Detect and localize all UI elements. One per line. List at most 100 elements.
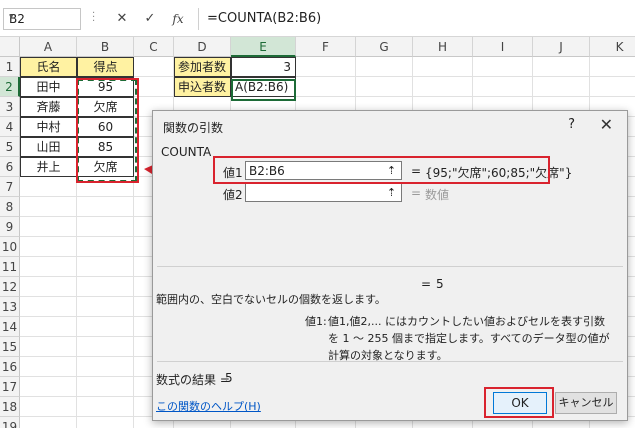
cell-h1[interactable] <box>413 57 473 77</box>
cell-j2[interactable] <box>533 77 590 97</box>
cell-b16[interactable] <box>77 357 134 377</box>
arg2-input[interactable]: ⇡ <box>245 183 402 202</box>
row-header-18[interactable]: 18 <box>0 397 20 417</box>
cell-a6[interactable]: 井上 <box>20 157 77 177</box>
cell-e2[interactable]: A(B2:B6) <box>231 77 296 97</box>
cell-a17[interactable] <box>20 377 77 397</box>
cell-a10[interactable] <box>20 237 77 257</box>
row-header-11[interactable]: 11 <box>0 257 20 277</box>
cell-i2[interactable] <box>473 77 533 97</box>
row-header-16[interactable]: 16 <box>0 357 20 377</box>
cell-b4[interactable]: 60 <box>77 117 134 137</box>
cell-a1[interactable]: 氏名 <box>20 57 77 77</box>
cell-b17[interactable] <box>77 377 134 397</box>
row-header-17[interactable]: 17 <box>0 377 20 397</box>
column-header-f[interactable]: F <box>296 37 356 57</box>
row-header-3[interactable]: 3 <box>0 97 20 117</box>
row-header-14[interactable]: 14 <box>0 317 20 337</box>
column-header-d[interactable]: D <box>174 37 231 57</box>
cell-k1[interactable] <box>590 57 635 77</box>
cell-a12[interactable] <box>20 277 77 297</box>
cell-c2[interactable] <box>134 77 174 97</box>
arg1-input[interactable]: B2:B6 ⇡ <box>245 161 402 180</box>
cell-b8[interactable] <box>77 197 134 217</box>
column-header-j[interactable]: J <box>533 37 590 57</box>
row-header-7[interactable]: 7 <box>0 177 20 197</box>
cancel-formula-icon[interactable]: ✕ <box>112 9 132 29</box>
column-header-k[interactable]: K <box>590 37 635 57</box>
function-help-link[interactable]: この関数のヘルプ(H) <box>156 398 261 414</box>
cell-b15[interactable] <box>77 337 134 357</box>
cell-b2[interactable]: 95 <box>77 77 134 97</box>
cell-a9[interactable] <box>20 217 77 237</box>
cancel-button[interactable]: キャンセル <box>555 392 617 414</box>
row-header-12[interactable]: 12 <box>0 277 20 297</box>
cell-a2[interactable]: 田中 <box>20 77 77 97</box>
row-header-8[interactable]: 8 <box>0 197 20 217</box>
enter-formula-icon[interactable]: ✓ <box>140 9 160 29</box>
cell-h2[interactable] <box>413 77 473 97</box>
cell-i1[interactable] <box>473 57 533 77</box>
cell-a7[interactable] <box>20 177 77 197</box>
row-header-5[interactable]: 5 <box>0 137 20 157</box>
row-header-15[interactable]: 15 <box>0 337 20 357</box>
cell-c1[interactable] <box>134 57 174 77</box>
cell-b6[interactable]: 欠席 <box>77 157 134 177</box>
cell-b1[interactable]: 得点 <box>77 57 134 77</box>
cell-b9[interactable] <box>77 217 134 237</box>
cell-b3[interactable]: 欠席 <box>77 97 134 117</box>
cell-d2[interactable]: 申込者数 <box>174 77 231 97</box>
cell-a19[interactable] <box>20 417 77 428</box>
collapse-dialog-icon[interactable]: ⇡ <box>384 163 399 178</box>
cell-b11[interactable] <box>77 257 134 277</box>
cell-a15[interactable] <box>20 337 77 357</box>
cell-b5[interactable]: 85 <box>77 137 134 157</box>
column-header-e[interactable]: E <box>231 37 296 57</box>
formula-input[interactable]: =COUNTA(B2:B6) <box>198 8 635 30</box>
ok-button[interactable]: OK <box>493 392 547 414</box>
cell-f2[interactable] <box>296 77 356 97</box>
cell-e1[interactable]: 3 <box>231 57 296 77</box>
cell-a18[interactable] <box>20 397 77 417</box>
cell-b12[interactable] <box>77 277 134 297</box>
column-header-b[interactable]: B <box>77 37 134 57</box>
column-header-a[interactable]: A <box>20 37 77 57</box>
row-header-4[interactable]: 4 <box>0 117 20 137</box>
cell-a3[interactable]: 斉藤 <box>20 97 77 117</box>
row-header-13[interactable]: 13 <box>0 297 20 317</box>
collapse-dialog-icon[interactable]: ⇡ <box>384 185 399 200</box>
cell-b14[interactable] <box>77 317 134 337</box>
row-header-10[interactable]: 10 <box>0 237 20 257</box>
cell-a11[interactable] <box>20 257 77 277</box>
cell-b13[interactable] <box>77 297 134 317</box>
cell-a5[interactable]: 山田 <box>20 137 77 157</box>
cell-a13[interactable] <box>20 297 77 317</box>
cell-a14[interactable] <box>20 317 77 337</box>
cell-b7[interactable] <box>77 177 134 197</box>
row-header-2[interactable]: 2 <box>0 77 20 97</box>
cell-a4[interactable]: 中村 <box>20 117 77 137</box>
cell-a16[interactable] <box>20 357 77 377</box>
cell-k2[interactable] <box>590 77 635 97</box>
chevron-down-icon[interactable]: ▾ <box>9 12 77 22</box>
cell-g1[interactable] <box>356 57 413 77</box>
close-icon[interactable]: ✕ <box>600 115 613 134</box>
row-header-6[interactable]: 6 <box>0 157 20 177</box>
insert-function-icon[interactable]: fx <box>168 9 188 29</box>
cell-j1[interactable] <box>533 57 590 77</box>
cell-g2[interactable] <box>356 77 413 97</box>
name-box[interactable]: B2 ▾ <box>3 8 81 30</box>
cell-b18[interactable] <box>77 397 134 417</box>
select-all-corner[interactable] <box>0 37 20 57</box>
column-header-c[interactable]: C <box>134 37 174 57</box>
cell-b19[interactable] <box>77 417 134 428</box>
row-header-1[interactable]: 1 <box>0 57 20 77</box>
column-header-g[interactable]: G <box>356 37 413 57</box>
row-header-19[interactable]: 19 <box>0 417 20 428</box>
column-header-i[interactable]: I <box>473 37 533 57</box>
cell-d1[interactable]: 参加者数 <box>174 57 231 77</box>
cell-b10[interactable] <box>77 237 134 257</box>
help-icon[interactable]: ? <box>568 117 575 132</box>
column-header-h[interactable]: H <box>413 37 473 57</box>
row-header-9[interactable]: 9 <box>0 217 20 237</box>
